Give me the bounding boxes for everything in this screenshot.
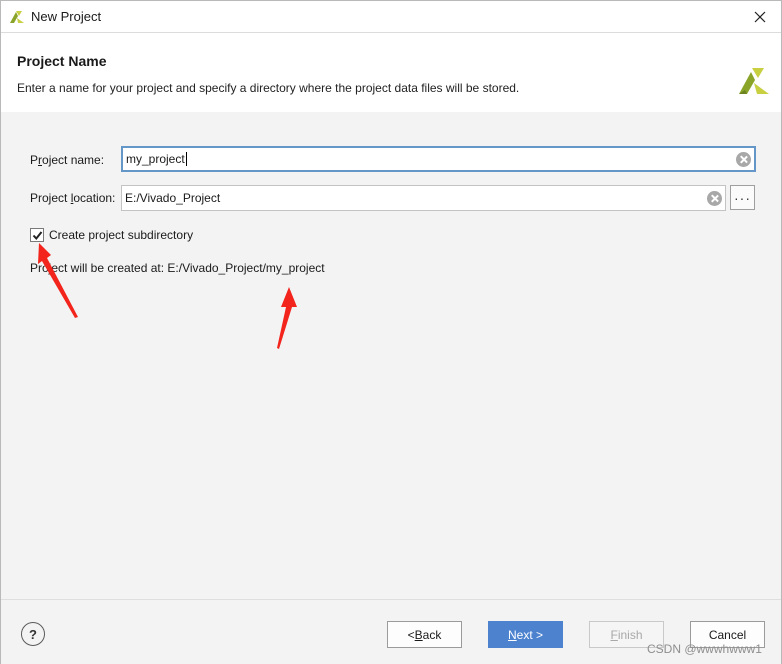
page-header: Project Name Enter a name for your proje… [1,32,781,112]
annotation-arrow [38,243,78,318]
vivado-logo-icon [10,11,24,23]
create-subdirectory-checkbox[interactable] [30,228,44,242]
page-title: Project Name [17,53,107,69]
clear-icon[interactable] [707,190,722,206]
project-location-label: Project location: [30,191,116,205]
create-subdirectory-label[interactable]: Create project subdirectory [49,228,193,242]
project-location-input[interactable]: E:/Vivado_Project [121,185,726,211]
title-bar: New Project [1,1,781,32]
watermark: CSDN @wwwhwww1 [647,642,762,656]
help-button[interactable]: ? [21,622,45,646]
back-button[interactable]: < Back [387,621,462,648]
vivado-logo-icon [739,68,769,94]
page-description: Enter a name for your project and specif… [17,81,520,95]
new-project-dialog: New Project Project Name Enter a name fo… [0,0,782,664]
form-area: Project name: my_project Project locatio… [1,113,781,599]
clear-icon[interactable] [736,151,751,167]
project-name-input[interactable]: my_project [121,146,756,172]
checkmark-icon [32,230,42,240]
close-icon [754,11,766,22]
next-button[interactable]: Next > [488,621,563,648]
project-name-label: Project name: [30,153,105,167]
window-title: New Project [31,9,102,24]
browse-location-button[interactable]: ··· [730,185,755,210]
annotation-arrow [277,287,297,349]
close-button[interactable] [739,1,781,32]
